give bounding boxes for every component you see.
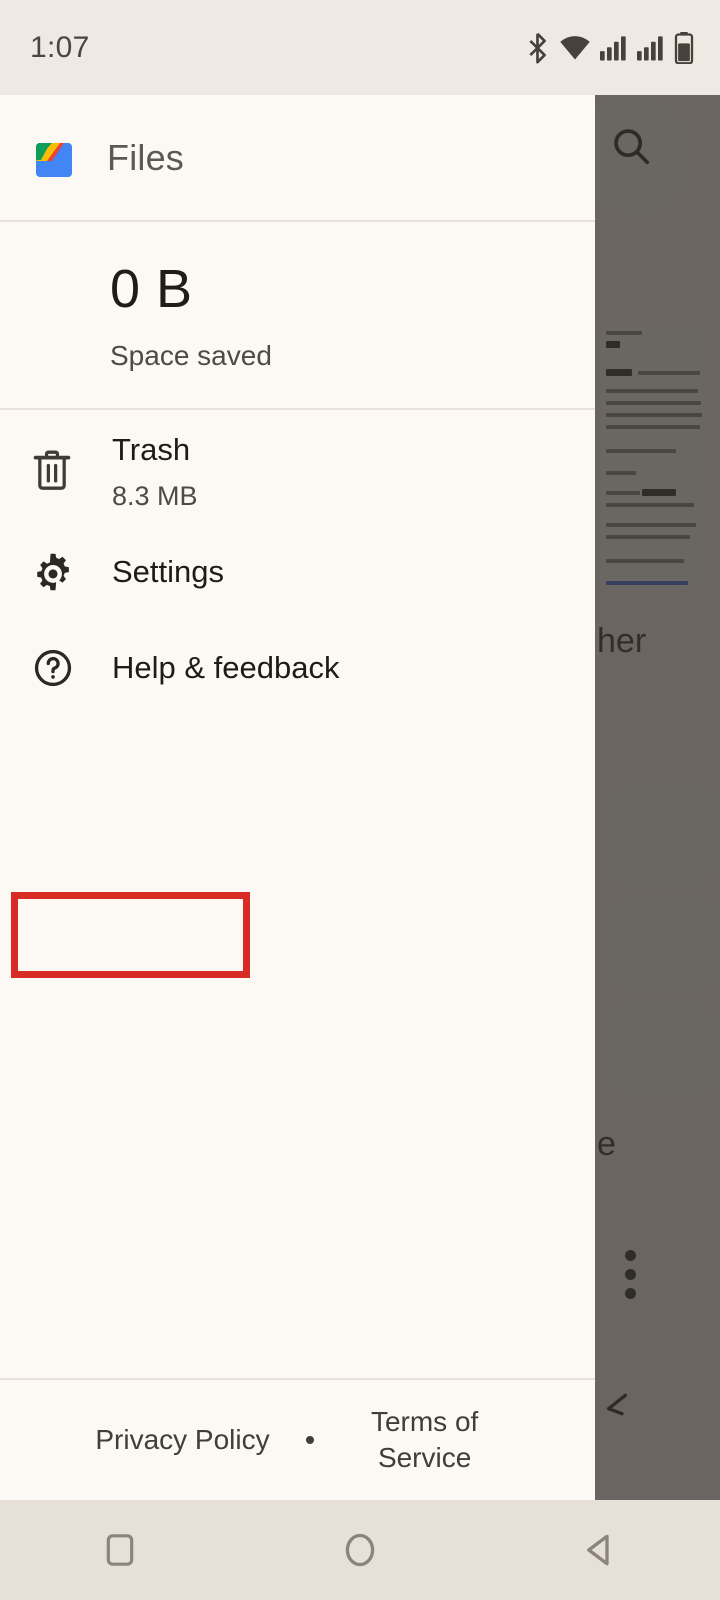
home-circle-icon[interactable] — [240, 1529, 480, 1571]
drawer-header: Files — [0, 95, 595, 222]
space-saved-label: Space saved — [110, 340, 272, 371]
status-bar: 1:07 — [0, 0, 720, 95]
privacy-policy-link[interactable]: Privacy Policy — [95, 1422, 269, 1458]
help-text: Help & feedback — [112, 650, 339, 686]
trash-size: 8.3 MB — [112, 480, 198, 511]
trash-text: Trash 8.3 MB — [112, 432, 198, 512]
space-saved-section: 0 B Space saved — [0, 222, 595, 410]
status-clock: 1:07 — [30, 30, 90, 64]
footer-separator-dot — [305, 1436, 314, 1444]
trash-icon — [32, 448, 86, 492]
recents-square-icon[interactable] — [0, 1530, 240, 1570]
settings-text: Settings — [112, 554, 224, 590]
sidebar-item-help-feedback[interactable]: Help & feedback — [0, 620, 595, 716]
settings-highlight-annotation — [11, 892, 250, 978]
app-title: Files — [107, 136, 185, 178]
sidebar-item-settings[interactable]: Settings — [0, 524, 595, 620]
sidebar-item-label: Trash — [112, 432, 191, 467]
terms-of-service-link[interactable]: Terms of Service — [350, 1404, 500, 1477]
status-icon-group — [525, 31, 694, 64]
system-nav-bar — [0, 1500, 720, 1600]
sidebar-item-trash[interactable]: Trash 8.3 MB — [0, 416, 595, 524]
drawer-menu-list: Trash 8.3 MB Settings Help & feedback — [0, 410, 595, 1378]
phone-screen: her e Share 1:07 — [0, 0, 720, 1600]
back-triangle-icon[interactable] — [480, 1529, 720, 1571]
sidebar-item-label: Settings — [112, 554, 225, 590]
space-saved-value: 0 B — [110, 259, 193, 319]
wifi-icon — [559, 35, 591, 61]
battery-icon — [674, 31, 694, 64]
sidebar-item-label: Help & feedback — [112, 650, 340, 686]
files-by-google-logo — [30, 135, 76, 181]
signal-icon — [637, 35, 665, 61]
signal-icon — [600, 35, 628, 61]
drawer-footer: Privacy Policy Terms of Service — [0, 1378, 595, 1500]
bluetooth-icon — [525, 32, 550, 64]
help-circle-icon — [32, 647, 86, 689]
navigation-drawer: Files 0 B Space saved Trash 8.3 MB Setti… — [0, 95, 595, 1500]
gear-icon — [32, 551, 86, 593]
